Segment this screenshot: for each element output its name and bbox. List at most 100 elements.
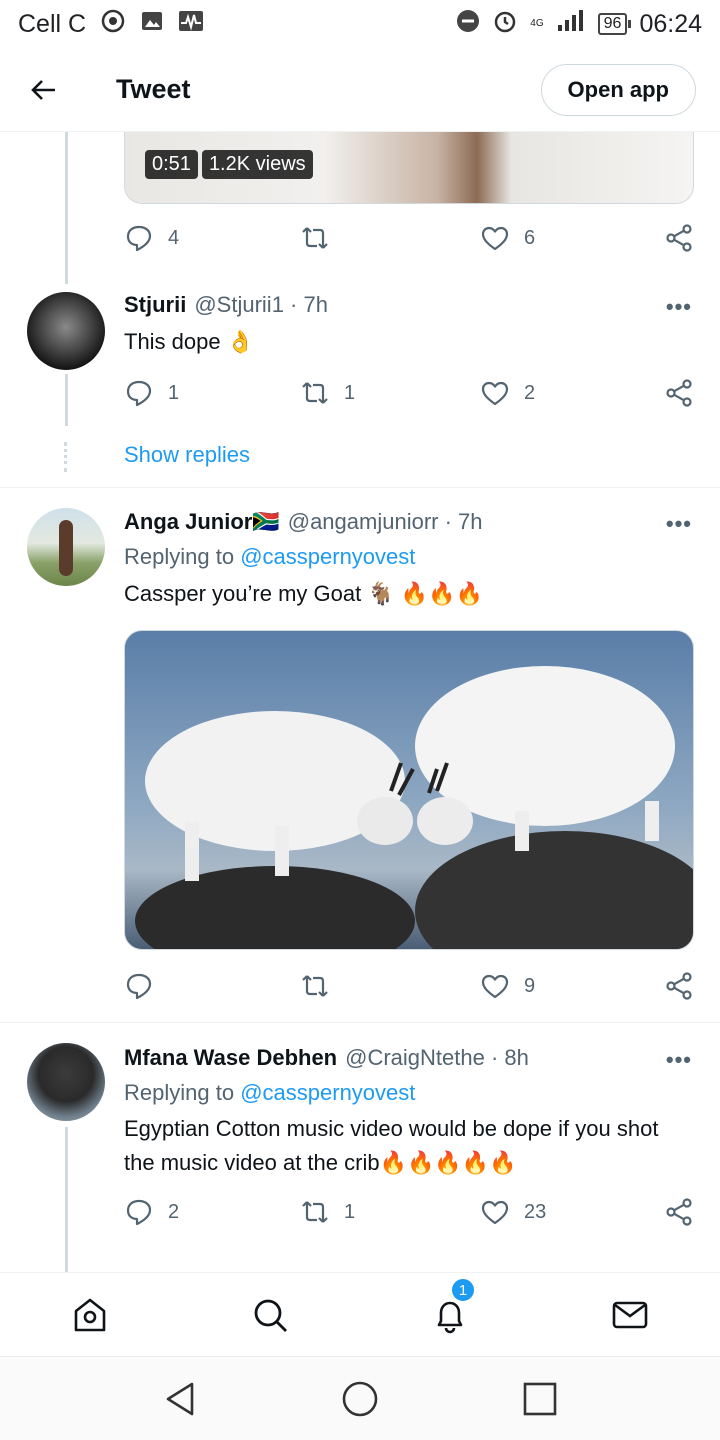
retweet-button[interactable] <box>300 223 344 253</box>
tweet-actions: 9 <box>124 966 694 1006</box>
video-views: 1.2K views <box>201 150 313 179</box>
author-name[interactable]: Anga Junior🇿🇦 <box>124 509 280 535</box>
reply-icon <box>126 225 152 252</box>
notification-badge: 1 <box>450 1277 476 1303</box>
goats-photo <box>135 666 693 949</box>
author-handle: @CraigNtethe · 8h <box>345 1045 529 1070</box>
circle-home-icon <box>342 1381 378 1417</box>
tweet-actions: 4 6 <box>124 218 694 258</box>
open-app-button[interactable]: Open app <box>540 63 696 116</box>
nav-notifications[interactable]: 1 <box>430 1277 476 1335</box>
mention-link[interactable]: @casspernyovest <box>240 544 415 569</box>
avatar[interactable] <box>27 292 105 370</box>
retweet-icon <box>302 1201 328 1223</box>
replying-to: Replying to @casspernyovest <box>124 1080 415 1106</box>
page-title: Tweet <box>116 74 191 104</box>
like-button[interactable]: 2 <box>480 378 535 408</box>
alarm-icon <box>492 8 518 41</box>
back-button[interactable] <box>24 70 64 110</box>
reply-button[interactable]: 4 <box>124 223 179 253</box>
reply-count: 2 <box>168 1200 180 1223</box>
share-icon <box>666 379 692 407</box>
video-duration: 0:51 <box>145 150 198 179</box>
reply-button[interactable] <box>124 971 168 1001</box>
tweet-image[interactable] <box>124 630 694 950</box>
reply-icon <box>126 973 152 1000</box>
retweet-button[interactable]: 1 <box>300 378 355 408</box>
battery-indicator: 96 <box>597 13 632 35</box>
tweet-text: This dope 👌 <box>124 329 255 354</box>
bottom-navigation: 1 <box>0 1272 720 1356</box>
retweet-count: 1 <box>344 1200 356 1223</box>
tweet-header: Mfana Wase Debhen @CraigNtethe · 8h <box>124 1045 529 1071</box>
video-badge: 0:51 1.2K views <box>145 150 313 179</box>
search-icon <box>254 1299 287 1332</box>
replying-to-label: Replying to <box>124 1080 235 1105</box>
more-options-button[interactable]: ••• <box>666 294 692 320</box>
more-options-button[interactable]: ••• <box>666 1047 692 1073</box>
tweet-actions: 1 1 2 <box>124 373 694 413</box>
system-back-button[interactable] <box>160 1379 200 1419</box>
dnd-icon <box>456 9 480 40</box>
share-button[interactable] <box>664 971 694 1001</box>
reply-button[interactable]: 1 <box>124 378 179 408</box>
retweet-button[interactable] <box>300 971 344 1001</box>
thread-line <box>65 374 68 426</box>
thread-dots <box>64 442 67 472</box>
author-handle: @Stjurii1 · 7h <box>194 292 328 317</box>
share-button[interactable] <box>664 1197 694 1227</box>
system-navigation <box>0 1356 720 1440</box>
avatar[interactable] <box>27 508 105 586</box>
replying-to: Replying to @casspernyovest <box>124 544 415 570</box>
triangle-back-icon <box>166 1382 194 1416</box>
signal-icon <box>556 9 586 40</box>
heart-icon <box>481 381 509 406</box>
author-name[interactable]: Stjurii <box>124 292 186 318</box>
like-count: 23 <box>524 1200 547 1223</box>
tweet-feed[interactable]: 0:51 1.2K views 4 6 Stjurii @Stjurii1 · … <box>0 132 720 1272</box>
app-header: Tweet Open app <box>0 48 720 132</box>
tweet-text: Cassper you’re my Goat 🐐 🔥🔥🔥 <box>124 581 483 606</box>
tweet-header: Stjurii @Stjurii1 · 7h <box>124 292 328 318</box>
nav-messages[interactable] <box>610 1295 650 1335</box>
tweet-header: Anga Junior🇿🇦 @angamjuniorr · 7h <box>124 509 483 535</box>
status-bar: Cell C 4G 96 06:24 <box>0 0 720 48</box>
home-icon <box>74 1298 106 1332</box>
like-count: 9 <box>524 974 536 997</box>
video-media[interactable]: 0:51 1.2K views <box>124 132 694 204</box>
carrier-label: Cell C <box>18 9 87 38</box>
like-button[interactable]: 23 <box>480 1197 546 1227</box>
show-replies-link[interactable]: Show replies <box>124 442 250 468</box>
nav-search[interactable] <box>250 1295 290 1335</box>
tweet-actions: 2 1 23 <box>124 1192 694 1232</box>
share-button[interactable] <box>664 223 694 253</box>
thread-line <box>65 132 68 284</box>
retweet-icon <box>302 382 328 404</box>
more-options-button[interactable]: ••• <box>666 511 692 537</box>
retweet-button[interactable]: 1 <box>300 1197 355 1227</box>
reply-icon <box>126 380 152 407</box>
like-button[interactable]: 6 <box>480 223 535 253</box>
network-type-label: 4G <box>530 18 544 29</box>
square-recents-icon <box>523 1382 557 1416</box>
like-button[interactable]: 9 <box>480 971 535 1001</box>
author-handle: @angamjuniorr · 7h <box>287 509 483 534</box>
thread-line <box>65 1127 68 1272</box>
system-recents-button[interactable] <box>520 1379 560 1419</box>
share-icon <box>666 1198 692 1226</box>
share-button[interactable] <box>664 378 694 408</box>
gallery-icon <box>140 9 164 40</box>
reply-count: 4 <box>168 226 180 249</box>
retweet-icon <box>302 227 328 249</box>
retweet-count: 1 <box>344 381 356 404</box>
reply-button[interactable]: 2 <box>124 1197 179 1227</box>
share-icon <box>666 972 692 1000</box>
heart-icon <box>481 1200 509 1225</box>
mention-link[interactable]: @casspernyovest <box>240 1080 415 1105</box>
system-home-button[interactable] <box>340 1379 380 1419</box>
nav-home[interactable] <box>70 1295 110 1335</box>
clock: 06:24 <box>639 9 702 38</box>
author-name[interactable]: Mfana Wase Debhen <box>124 1045 337 1071</box>
divider <box>0 487 720 488</box>
avatar[interactable] <box>27 1043 105 1121</box>
